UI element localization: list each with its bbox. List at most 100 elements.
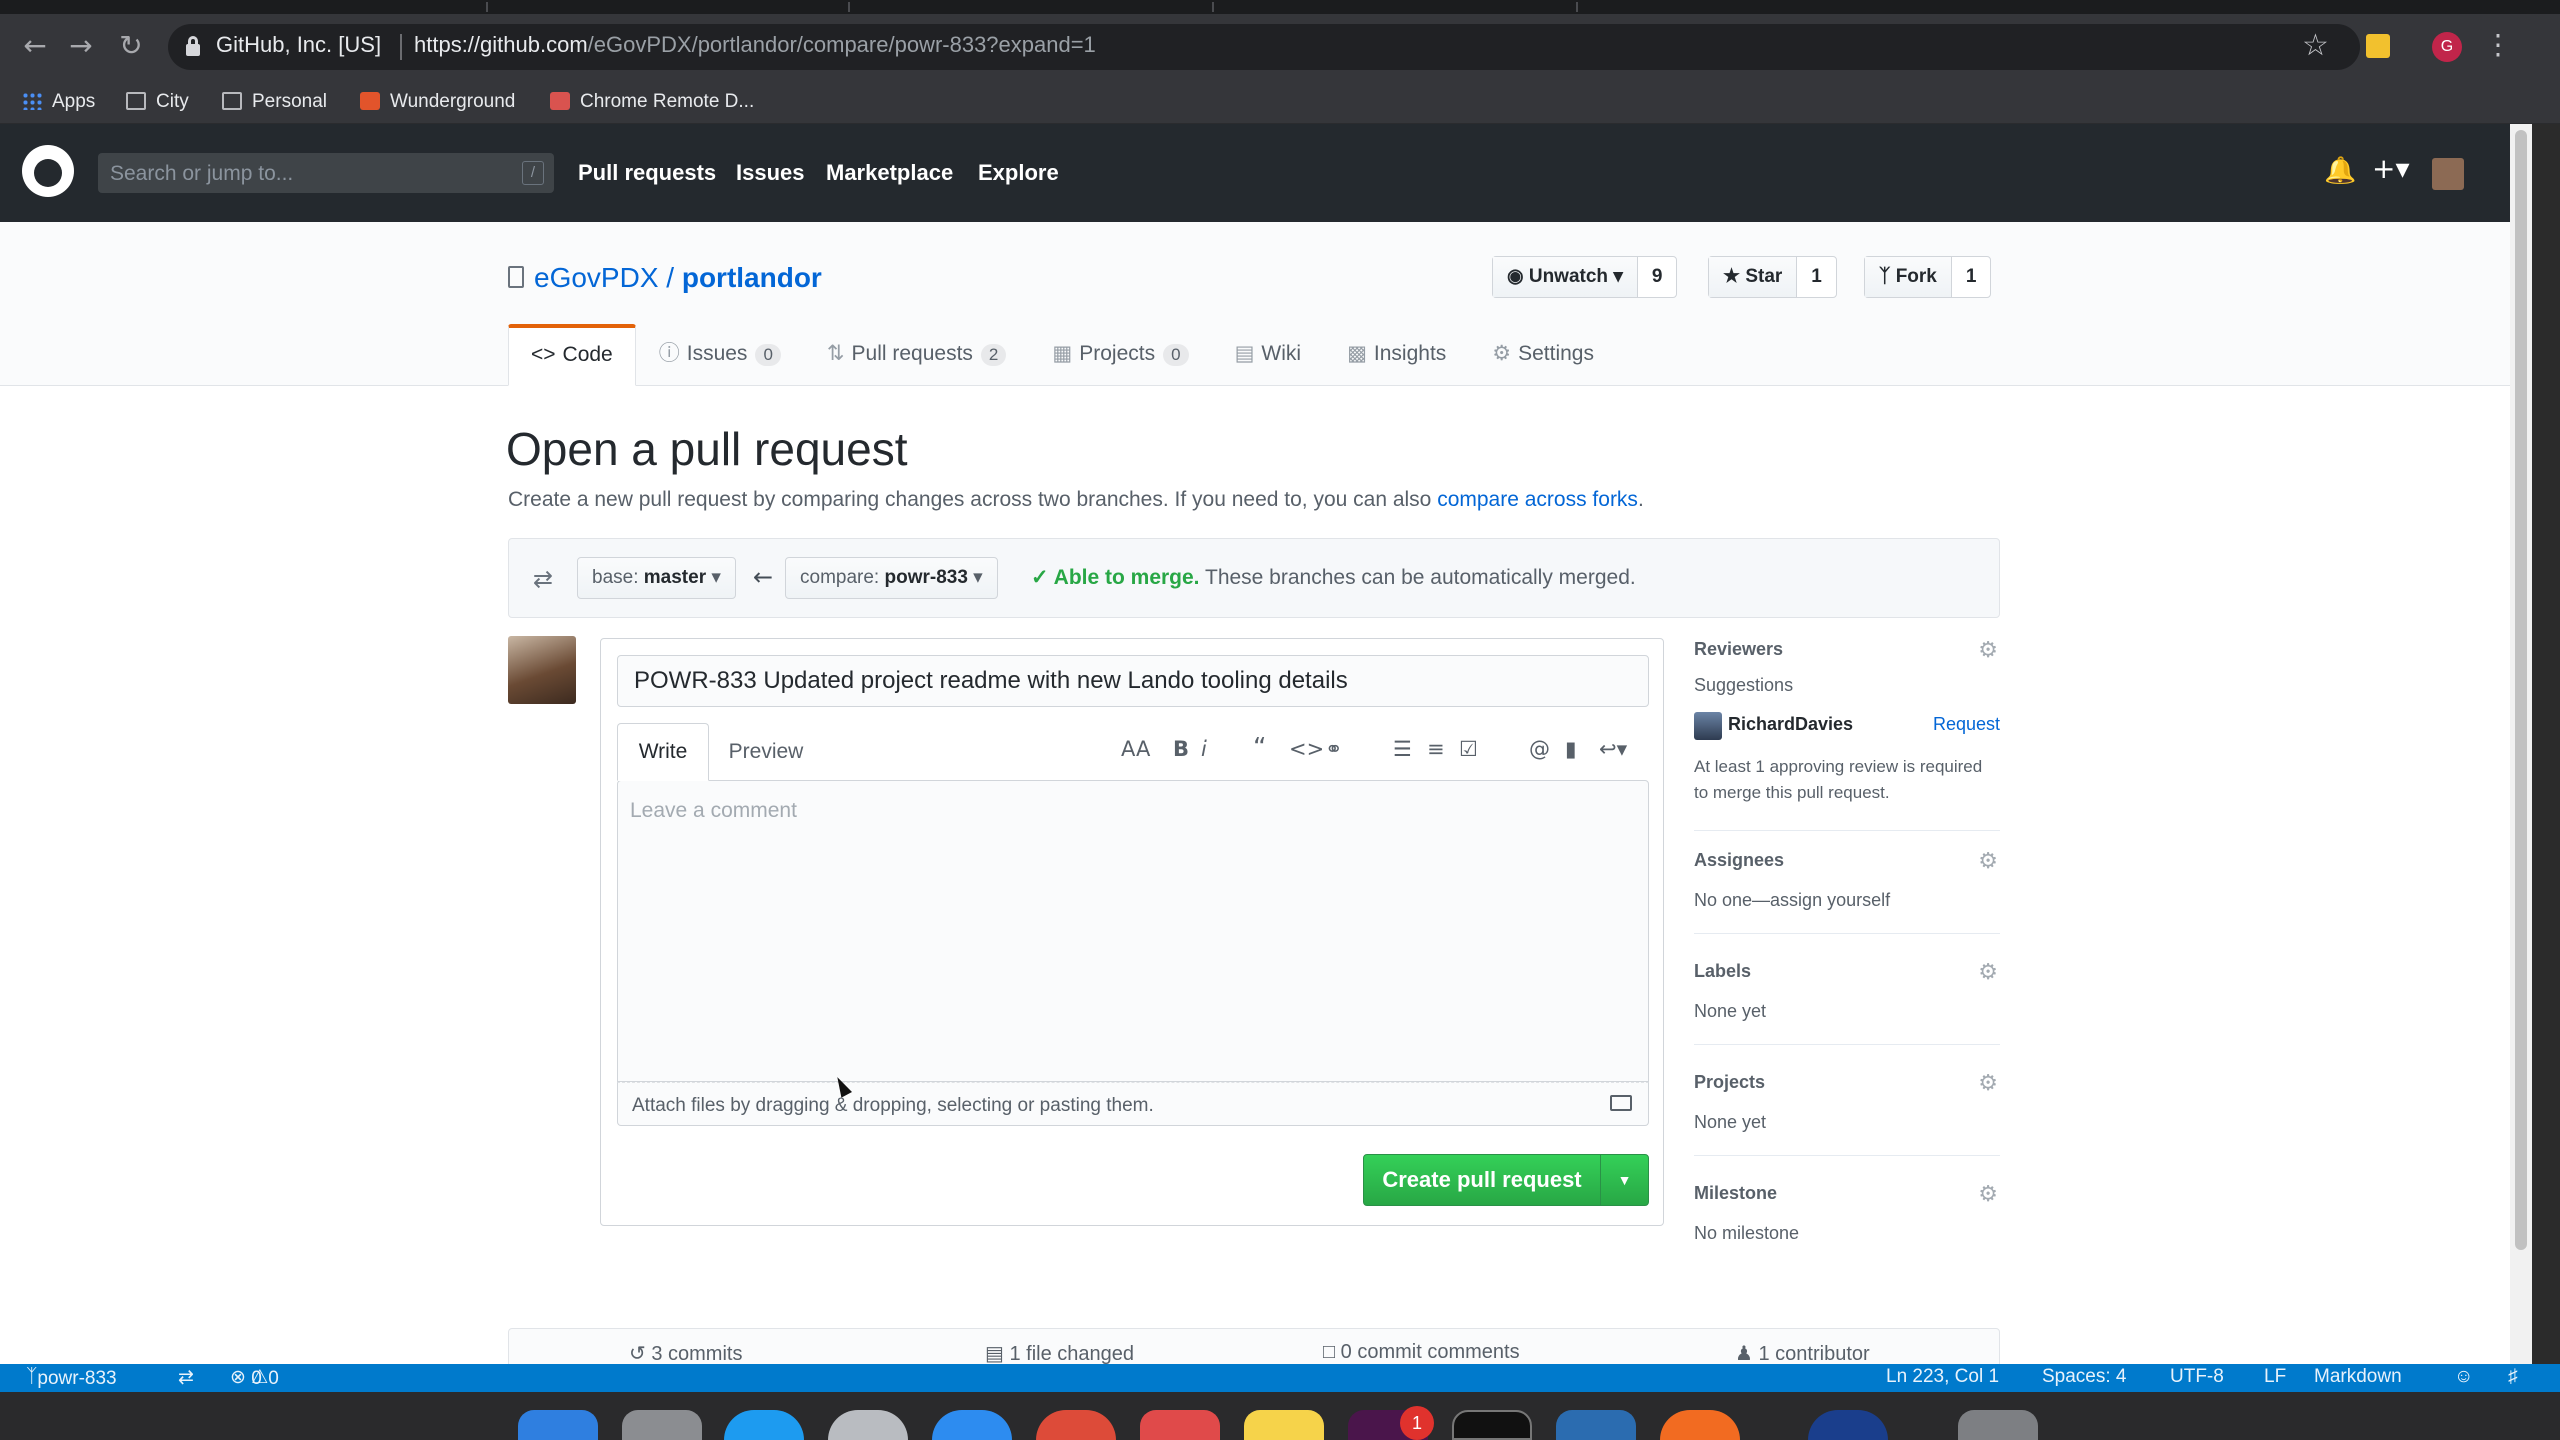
tab-write[interactable]: Write bbox=[617, 723, 709, 781]
gear-icon[interactable]: ⚙ bbox=[1978, 960, 1998, 985]
watchers-count[interactable]: 9 bbox=[1638, 257, 1677, 297]
scrollbar-thumb[interactable] bbox=[2515, 130, 2527, 1250]
bookmark-city[interactable]: City bbox=[126, 88, 189, 116]
fork-button[interactable]: ᛉ Fork bbox=[1865, 257, 1952, 297]
system-preferences-icon[interactable] bbox=[622, 1410, 702, 1440]
feedback-smiley-icon[interactable]: ☺ bbox=[2454, 1366, 2473, 1388]
create-options-dropdown-icon[interactable]: ▼ bbox=[1600, 1155, 1648, 1205]
compare-branch-select[interactable]: compare: powr-833 ▾ bbox=[785, 557, 998, 599]
create-pull-request-button[interactable]: Create pull request bbox=[1364, 1155, 1600, 1205]
author-avatar[interactable] bbox=[508, 636, 576, 704]
search-input[interactable]: Search or jump to... / bbox=[98, 153, 554, 193]
create-new-plus-icon[interactable]: +▾ bbox=[2372, 152, 2410, 185]
nav-pull-requests[interactable]: Pull requests bbox=[578, 160, 716, 186]
gear-icon[interactable]: ⚙ bbox=[1978, 638, 1998, 663]
tab-label: Code bbox=[562, 343, 613, 366]
gear-icon[interactable]: ⚙ bbox=[1978, 1071, 1998, 1096]
tab-separator bbox=[486, 2, 488, 12]
reply-icon[interactable]: ↩▾ bbox=[1599, 737, 1627, 767]
compare-forks-link[interactable]: compare across forks bbox=[1437, 488, 1638, 511]
markdown-icon[interactable] bbox=[1610, 1095, 1632, 1111]
notification-bell-icon[interactable]: 🔔 bbox=[2324, 156, 2356, 186]
bold-icon[interactable]: B bbox=[1173, 737, 1189, 767]
repo-name-link[interactable]: portlandor bbox=[682, 262, 822, 293]
vscode-icon[interactable] bbox=[1556, 1410, 1636, 1440]
tab-wiki[interactable]: ▤ Wiki bbox=[1212, 324, 1325, 386]
reload-icon[interactable]: ↻ bbox=[114, 26, 148, 66]
tab-projects[interactable]: ▦ Projects 0 bbox=[1029, 324, 1211, 386]
github-octocat-icon[interactable] bbox=[22, 145, 74, 197]
git-compare-icon[interactable]: ⇄ bbox=[533, 565, 553, 593]
files-changed-link[interactable]: ▤ 1 file changed bbox=[985, 1341, 1134, 1364]
code-icon[interactable]: <> bbox=[1289, 737, 1324, 767]
page-scrollbar[interactable] bbox=[2510, 124, 2532, 1364]
bookmark-personal[interactable]: Personal bbox=[222, 88, 327, 116]
pr-title-input[interactable] bbox=[617, 655, 1649, 707]
line-ending[interactable]: LF bbox=[2264, 1366, 2286, 1388]
notes-icon[interactable] bbox=[1244, 1410, 1324, 1440]
git-branch-item[interactable]: ᛉ powr-833 bbox=[26, 1366, 117, 1389]
finder-icon[interactable] bbox=[518, 1410, 598, 1440]
lock-icon[interactable] bbox=[186, 36, 200, 56]
base-branch-select[interactable]: base: master ▾ bbox=[577, 557, 736, 599]
tab-code[interactable]: <> Code bbox=[508, 324, 636, 386]
mention-icon[interactable]: @ bbox=[1529, 737, 1550, 767]
bookmark-icon[interactable]: ▮ bbox=[1565, 737, 1577, 767]
tab-settings[interactable]: ⚙ Settings bbox=[1469, 324, 1617, 386]
reviewer-name[interactable]: RichardDavies bbox=[1728, 714, 1853, 735]
tab-issues[interactable]: ⓘ Issues 0 bbox=[636, 324, 804, 386]
nav-explore[interactable]: Explore bbox=[978, 160, 1059, 186]
nav-issues[interactable]: Issues bbox=[736, 160, 805, 186]
attach-files-bar[interactable]: Attach files by dragging & dropping, sel… bbox=[617, 1082, 1649, 1126]
profile-avatar[interactable]: G bbox=[2432, 32, 2462, 62]
bookmark-apps[interactable]: Apps bbox=[22, 88, 95, 116]
sync-icon[interactable]: ⇄ bbox=[178, 1366, 194, 1389]
forks-count[interactable]: 1 bbox=[1952, 257, 1991, 297]
user-avatar[interactable] bbox=[2432, 158, 2464, 190]
bookmark-star-icon[interactable]: ☆ bbox=[2302, 28, 2329, 63]
bulleted-list-icon[interactable]: ☰ bbox=[1393, 737, 1412, 767]
tab-insights[interactable]: ▩ Insights bbox=[1324, 324, 1469, 386]
problems-item[interactable]: ⊗ 0 ⚠ 0 bbox=[230, 1366, 279, 1389]
trash-icon[interactable] bbox=[1958, 1410, 2038, 1440]
bookmark-chrome-remote[interactable]: Chrome Remote D... bbox=[550, 88, 754, 116]
indentation[interactable]: Spaces: 4 bbox=[2042, 1366, 2127, 1388]
italic-icon[interactable]: i bbox=[1201, 737, 1207, 767]
repo-owner-link[interactable]: eGovPDX bbox=[534, 262, 659, 293]
commits-count-link[interactable]: ↺ 3 commits bbox=[629, 1341, 742, 1364]
contributors-link[interactable]: ♟ 1 contributor bbox=[1735, 1341, 1870, 1364]
tab-label: Pull requests bbox=[851, 342, 973, 365]
notifications-bell-icon[interactable]: ♯ bbox=[2508, 1366, 2518, 1388]
numbered-list-icon[interactable]: ≡ bbox=[1427, 737, 1445, 767]
encoding[interactable]: UTF-8 bbox=[2170, 1366, 2224, 1388]
back-icon[interactable]: ← bbox=[18, 26, 52, 66]
language-mode[interactable]: Markdown bbox=[2314, 1366, 2402, 1388]
browser-tab-strip[interactable] bbox=[0, 0, 2560, 14]
unwatch-button[interactable]: ◉ Unwatch ▾ bbox=[1493, 257, 1638, 297]
request-review-link[interactable]: Request bbox=[1933, 714, 2000, 735]
kebab-menu-icon[interactable]: ⋮ bbox=[2484, 28, 2512, 61]
tab-pull-requests[interactable]: ⇅ Pull requests 2 bbox=[804, 324, 1029, 386]
url-text[interactable]: https://github.com/eGovPDX/portlandor/co… bbox=[414, 32, 1096, 58]
assignees-text[interactable]: No one—assign yourself bbox=[1694, 887, 2000, 913]
tab-preview[interactable]: Preview bbox=[711, 723, 821, 781]
cursor-position[interactable]: Ln 223, Col 1 bbox=[1886, 1366, 1999, 1388]
bookmark-wunderground[interactable]: Wunderground bbox=[360, 88, 515, 116]
gear-icon[interactable]: ⚙ bbox=[1978, 1182, 1998, 1207]
forward-icon[interactable]: → bbox=[64, 26, 98, 66]
star-button[interactable]: ★ Star bbox=[1709, 257, 1798, 297]
gear-icon[interactable]: ⚙ bbox=[1978, 849, 1998, 874]
stargazers-count[interactable]: 1 bbox=[1797, 257, 1836, 297]
folder-icon bbox=[126, 92, 146, 110]
nav-marketplace[interactable]: Marketplace bbox=[826, 160, 953, 186]
task-list-icon[interactable]: ☑ bbox=[1459, 737, 1478, 767]
comment-textarea[interactable] bbox=[618, 781, 1648, 1081]
commit-comments-link[interactable]: □ 0 commit comments bbox=[1323, 1341, 1520, 1364]
star-icon: ★ bbox=[1723, 266, 1746, 287]
extension-icon[interactable] bbox=[2366, 34, 2390, 58]
terminal-icon[interactable] bbox=[1452, 1410, 1532, 1440]
quote-icon[interactable]: “ bbox=[1253, 733, 1266, 763]
link-icon[interactable]: ⚭ bbox=[1325, 737, 1343, 767]
text-size-icon[interactable]: AA bbox=[1121, 737, 1150, 767]
calendar-icon[interactable] bbox=[1140, 1410, 1220, 1440]
